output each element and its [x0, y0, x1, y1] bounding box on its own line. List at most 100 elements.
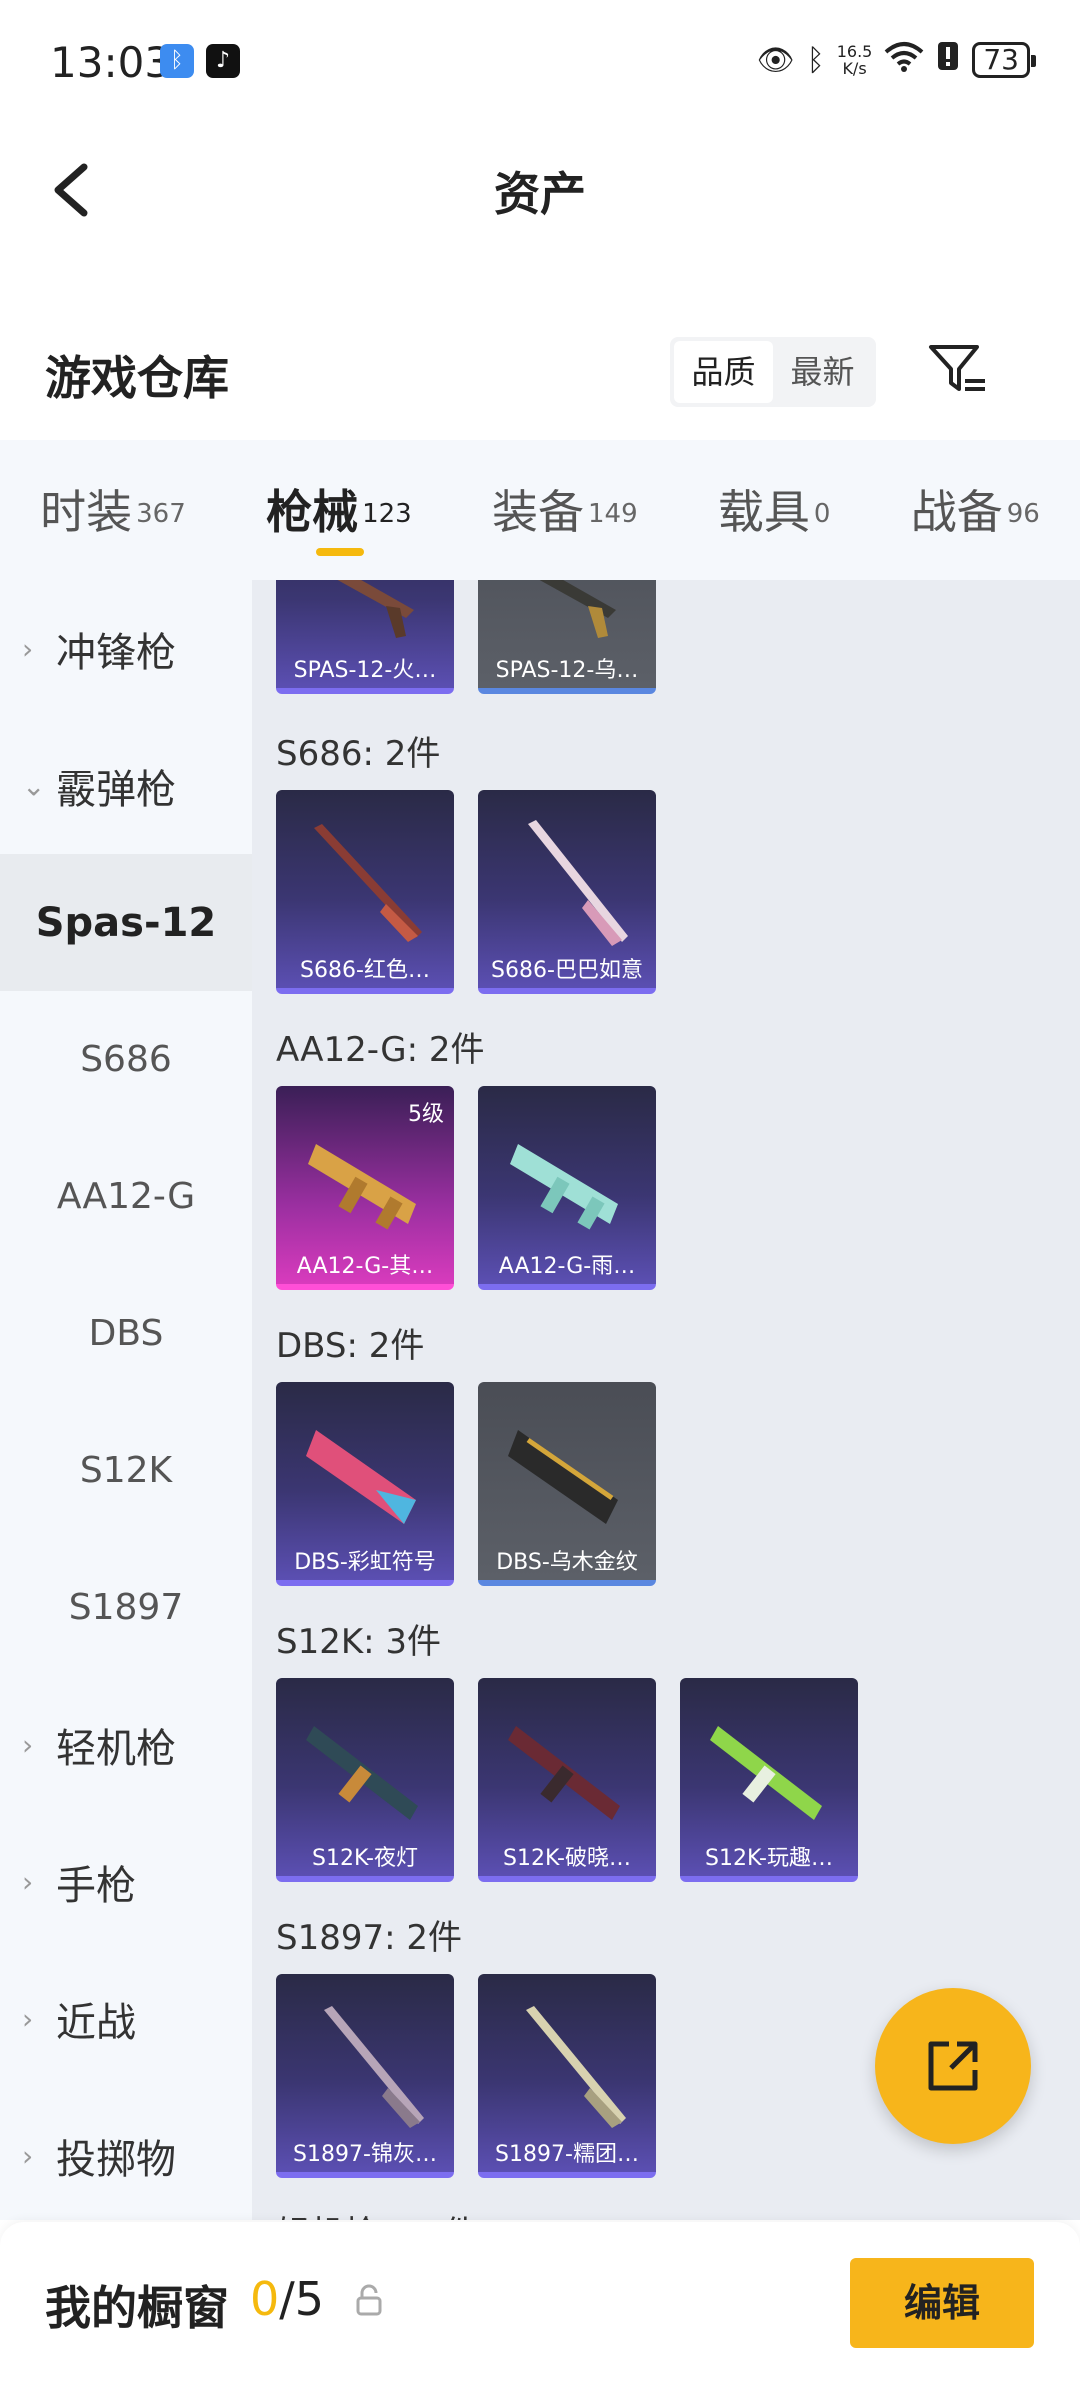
- sidebar-item-spas12[interactable]: Spas-12: [0, 854, 252, 991]
- weapon-name: S1897-锦灰…: [293, 2142, 437, 2167]
- spas12-cards: SPAS-12-火… SPAS-12-乌…: [276, 580, 656, 694]
- tab-label: 载具: [717, 485, 810, 539]
- group-heading-aa12g: AA12-G: 2件: [276, 1030, 485, 1070]
- sidebar-item-lmg[interactable]: › 轻机枪: [0, 1676, 252, 1813]
- tab-label: 枪械: [266, 485, 359, 539]
- sidebar-item-s1897[interactable]: S1897: [0, 1539, 252, 1676]
- warehouse-title: 游戏仓库: [45, 351, 229, 405]
- tab-count: 96: [1006, 498, 1040, 529]
- weapon-name: S12K-夜灯: [311, 1846, 418, 1871]
- weapon-name: S12K-破晓…: [502, 1846, 631, 1871]
- group-heading-s1897: S1897: 2件: [276, 1918, 463, 1958]
- filter-button[interactable]: [925, 337, 991, 403]
- eye-icon: 👁: [756, 42, 795, 78]
- weapon-card[interactable]: S686-红色…: [276, 790, 454, 994]
- alert-icon: [936, 40, 960, 80]
- group-heading-dbs: DBS: 2件: [276, 1326, 425, 1366]
- weapon-card[interactable]: S12K-破晓…: [478, 1678, 656, 1882]
- weapon-card[interactable]: SPAS-12-乌…: [478, 580, 656, 694]
- s12k-cards: S12K-夜灯 S12K-破晓… S12K-玩趣…: [276, 1678, 858, 1882]
- sidebar-item-label: S12K: [79, 1450, 173, 1491]
- category-tabs: 时装 367 枪械 123 装备 149 载具 0 战备 96: [0, 440, 1080, 580]
- tab-count: 367: [136, 498, 186, 529]
- sidebar-item-label: 轻机枪: [56, 1725, 176, 1772]
- sidebar-item-dbs[interactable]: DBS: [0, 1265, 252, 1402]
- sidebar-item-label: 霰弹枪: [56, 766, 176, 813]
- weapon-card[interactable]: S1897-糯团…: [478, 1974, 656, 2178]
- edit-button[interactable]: 编辑: [850, 2258, 1034, 2348]
- showcase-count: 0/5: [250, 2272, 324, 2326]
- sidebar-item-label: 手枪: [56, 1862, 136, 1909]
- tab-tactical[interactable]: 战备 96: [911, 440, 1040, 580]
- sort-latest-option[interactable]: 最新: [773, 341, 872, 403]
- external-link-icon: [928, 2041, 978, 2091]
- share-fab-button[interactable]: [875, 1988, 1031, 2144]
- weapon-name: S1897-糯团…: [495, 2142, 639, 2167]
- s686-cards: S686-红色… S686-巴巴如意: [276, 790, 656, 994]
- tab-label: 时装: [40, 485, 133, 539]
- tab-firearms[interactable]: 枪械 123: [266, 440, 412, 580]
- sidebar-item-s686[interactable]: S686: [0, 991, 252, 1128]
- shotgun-icon: [539, 580, 616, 638]
- aa12g-cards: 5级 AA12-G-其… AA12-G-雨…: [276, 1086, 656, 1290]
- status-time: 13:03: [50, 38, 172, 87]
- group-heading-s686: S686: 2件: [276, 734, 441, 774]
- wifi-icon: [884, 40, 924, 80]
- tab-vehicles[interactable]: 载具 0: [718, 440, 831, 580]
- sidebar-item-aa12g[interactable]: AA12-G: [0, 1128, 252, 1265]
- tiktok-app-icon: ♪: [206, 44, 240, 78]
- network-speed-unit: K/s: [842, 59, 867, 78]
- active-tab-indicator: [316, 548, 365, 556]
- tab-equipment[interactable]: 装备 149: [492, 440, 638, 580]
- sidebar-item-label: S686: [80, 1039, 172, 1080]
- weapon-card[interactable]: S686-巴巴如意: [478, 790, 656, 994]
- shotgun-icon: [306, 1726, 418, 1820]
- showcase-bottom-bar: 我的橱窗 0/5 编辑: [0, 2222, 1080, 2382]
- sidebar-item-shotgun[interactable]: ⌄ 霰弹枪: [0, 717, 252, 854]
- s1897-cards: S1897-锦灰… S1897-糯团…: [276, 1974, 656, 2178]
- warehouse-row: 游戏仓库 品质 最新: [0, 320, 1080, 420]
- shotgun-icon: [508, 1726, 620, 1820]
- showcase-current-count: 0: [250, 2272, 280, 2326]
- shotgun-icon: [308, 1144, 416, 1230]
- weapon-card[interactable]: S1897-锦灰…: [276, 1974, 454, 2178]
- shotgun-icon: [710, 1726, 822, 1820]
- weapon-card[interactable]: S12K-夜灯: [276, 1678, 454, 1882]
- shotgun-icon: [510, 1144, 618, 1230]
- lock-icon: [356, 2284, 382, 2316]
- dbs-cards: DBS-彩虹符号 DBS-乌木金纹: [276, 1382, 656, 1586]
- group-heading-s12k: S12K: 3件: [276, 1622, 442, 1662]
- sort-quality-option[interactable]: 品质: [674, 341, 773, 403]
- shotgun-icon: [314, 824, 422, 942]
- tab-label: 装备: [491, 485, 584, 539]
- weapon-card[interactable]: 5级 AA12-G-其…: [276, 1086, 454, 1290]
- weapon-card[interactable]: DBS-乌木金纹: [478, 1382, 656, 1586]
- tab-count: 149: [587, 498, 638, 529]
- chevron-right-icon: ›: [22, 632, 34, 665]
- top-header: 资产: [0, 130, 1080, 250]
- sidebar-item-pistol[interactable]: › 手枪: [0, 1813, 252, 1950]
- sidebar-item-s12k[interactable]: S12K: [0, 1402, 252, 1539]
- filter-icon: [929, 345, 985, 391]
- sidebar-item-smg[interactable]: › 冲锋枪: [0, 580, 252, 717]
- weapon-card[interactable]: SPAS-12-火…: [276, 580, 454, 694]
- weapon-card[interactable]: AA12-G-雨…: [478, 1086, 656, 1290]
- sidebar-item-label: S1897: [68, 1587, 184, 1628]
- tab-fashion[interactable]: 时装 367: [40, 440, 186, 580]
- weapon-card[interactable]: S12K-玩趣…: [680, 1678, 858, 1882]
- sidebar-item-throwable[interactable]: › 投掷物: [0, 2087, 252, 2220]
- weapon-name: DBS-乌木金纹: [496, 1550, 638, 1575]
- sidebar-item-melee[interactable]: › 近战: [0, 1950, 252, 2087]
- shotgun-icon: [508, 1430, 618, 1524]
- weapon-card[interactable]: DBS-彩虹符号: [276, 1382, 454, 1586]
- chevron-right-icon: ›: [22, 1728, 34, 1761]
- bluetooth-icon: ᛒ: [806, 42, 825, 78]
- weapon-name: S686-红色…: [300, 958, 430, 983]
- group-heading-lmg: 轻机枪: 14件: [276, 2206, 478, 2220]
- shotgun-icon: [528, 820, 628, 946]
- weapon-name: AA12-G-其…: [296, 1254, 434, 1279]
- bluetooth-app-icon: ᛒ: [160, 44, 194, 78]
- chevron-right-icon: ›: [22, 2002, 34, 2035]
- sort-toggle: 品质 最新: [670, 337, 876, 407]
- chevron-right-icon: ›: [22, 2139, 34, 2172]
